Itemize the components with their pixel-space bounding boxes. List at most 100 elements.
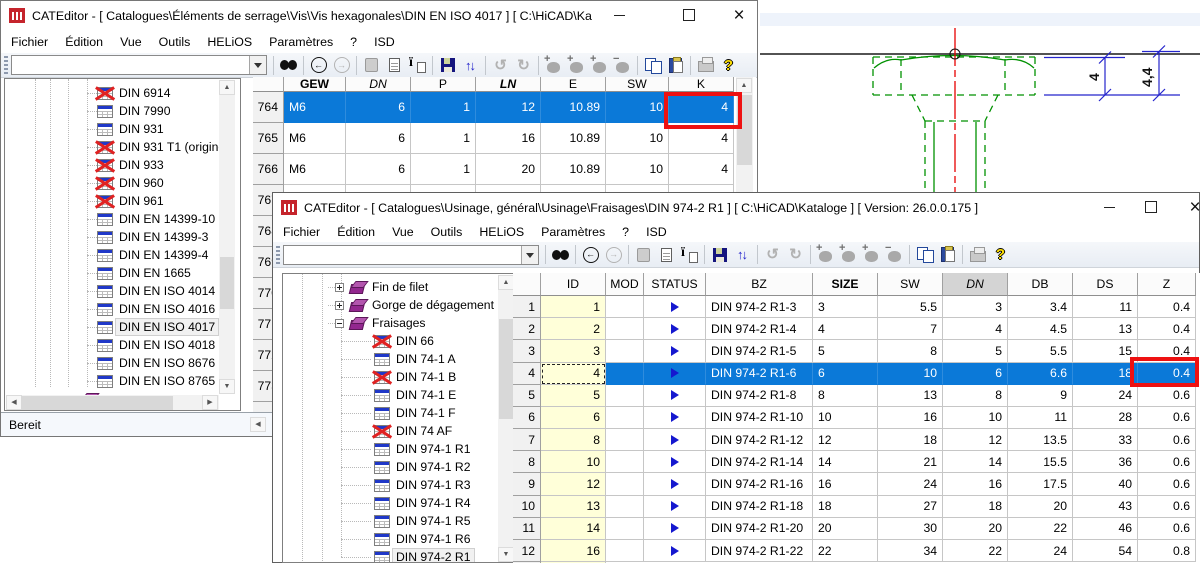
- data-cell-mod[interactable]: [606, 318, 644, 340]
- tree-hscroll-thumb[interactable]: [21, 396, 173, 410]
- data-cell-mod[interactable]: [606, 496, 644, 518]
- data-cell-ds[interactable]: 46: [1073, 518, 1138, 540]
- data-cell-status[interactable]: [644, 496, 706, 518]
- cad-preview-pane[interactable]: 4 4,4: [758, 0, 1200, 192]
- table-row[interactable]: 1216DIN 974-2 R1-2222342224540.8: [513, 540, 1200, 562]
- forward-button[interactable]: →: [330, 54, 353, 76]
- data-cell-id[interactable]: 12: [541, 473, 606, 495]
- paste-button[interactable]: [936, 244, 959, 266]
- data-cell-sw[interactable]: 21: [878, 451, 943, 473]
- data-cell-z[interactable]: 0.4: [1138, 340, 1196, 362]
- data-cell-sw[interactable]: 34: [878, 540, 943, 562]
- record-delete-button[interactable]: [611, 54, 634, 76]
- minimize-button[interactable]: [603, 2, 635, 28]
- tree-item-din-en-14399-3[interactable]: DIN EN 14399-3: [97, 228, 211, 246]
- data-cell-bz[interactable]: DIN 974-2 R1-8: [706, 385, 813, 407]
- table-row[interactable]: 765M6611610.89104: [253, 123, 756, 154]
- data-cell-db[interactable]: 22: [1008, 518, 1073, 540]
- table-row[interactable]: 78DIN 974-2 R1-1212181213.5330.6: [513, 429, 1200, 451]
- close-button[interactable]: [723, 2, 755, 28]
- data-cell-mod[interactable]: [606, 407, 644, 429]
- data-cell-db[interactable]: 24: [1008, 540, 1073, 562]
- data-cell-db[interactable]: 6.6: [1008, 363, 1073, 385]
- data-cell-ds[interactable]: 11: [1073, 296, 1138, 318]
- tree-item-din-6914[interactable]: DIN 6914: [97, 84, 174, 102]
- data-cell-id[interactable]: 5: [541, 385, 606, 407]
- menu-item-fichier[interactable]: Fichier: [283, 225, 320, 239]
- data-cell-dn[interactable]: 3: [943, 296, 1008, 318]
- tree-item-din-en-iso-4018[interactable]: DIN EN ISO 4018: [97, 336, 218, 354]
- data-cell-status[interactable]: [644, 385, 706, 407]
- table-row[interactable]: 11DIN 974-2 R1-335.533.4110.4: [513, 296, 1200, 318]
- menu-item-outils[interactable]: Outils: [159, 35, 191, 49]
- back-button[interactable]: ←: [307, 54, 330, 76]
- data-cell-size[interactable]: 22: [813, 540, 878, 562]
- table-row[interactable]: 55DIN 974-2 R1-881389240.6: [513, 385, 1200, 407]
- data-cell[interactable]: 16: [476, 123, 541, 154]
- data-cell-mod[interactable]: [606, 540, 644, 562]
- table-row[interactable]: 66DIN 974-2 R1-1010161011280.6: [513, 407, 1200, 429]
- search-input[interactable]: [284, 246, 521, 264]
- search-combobox[interactable]: [283, 245, 539, 265]
- data-cell-z[interactable]: 0.6: [1138, 385, 1196, 407]
- help-button[interactable]: ?: [717, 54, 740, 76]
- data-cell-dn[interactable]: 12: [943, 429, 1008, 451]
- tree-item-fin-de-filet[interactable]: Fin de filet: [335, 278, 431, 296]
- tree-item-din-974-1-r6[interactable]: DIN 974-1 R6: [374, 530, 474, 548]
- data-cell-mod[interactable]: [606, 518, 644, 540]
- data-cell-size[interactable]: 18: [813, 496, 878, 518]
- save-button[interactable]: [708, 244, 731, 266]
- data-cell-size[interactable]: 3: [813, 296, 878, 318]
- column-header-sw[interactable]: SW: [878, 273, 943, 296]
- collapse-minus-icon[interactable]: [335, 319, 344, 328]
- table-row[interactable]: 44DIN 974-2 R1-661066.6180.4: [513, 363, 1200, 385]
- column-header-p[interactable]: P: [411, 77, 476, 92]
- titlebar[interactable]: CATEditor - [ Catalogues\Usinage, généra…: [273, 193, 1199, 222]
- tree-item-din-974-2-r1[interactable]: DIN 974-2 R1: [374, 548, 474, 563]
- data-cell-bz[interactable]: DIN 974-2 R1-14: [706, 451, 813, 473]
- copy-button[interactable]: [641, 54, 664, 76]
- data-cell-status[interactable]: [644, 473, 706, 495]
- tree-item-din-en-14399-4[interactable]: DIN EN 14399-4: [97, 246, 211, 264]
- column-header-mod[interactable]: MOD: [606, 273, 644, 296]
- expand-plus-icon[interactable]: [335, 301, 344, 310]
- data-cell-size[interactable]: 4: [813, 318, 878, 340]
- tree-item-din-66[interactable]: DIN 66: [374, 332, 437, 350]
- table-vscroll-thumb[interactable]: [737, 95, 752, 165]
- data-cell-dn[interactable]: 8: [943, 385, 1008, 407]
- data-cell-z[interactable]: 0.6: [1138, 429, 1196, 451]
- column-header-ln[interactable]: LN: [476, 77, 541, 92]
- data-cell-id[interactable]: 14: [541, 518, 606, 540]
- tree-vscroll-thumb[interactable]: [220, 257, 234, 309]
- table-row[interactable]: 22DIN 974-2 R1-44744.5130.4: [513, 318, 1200, 340]
- data-cell-size[interactable]: 10: [813, 407, 878, 429]
- data-cell-id[interactable]: 6: [541, 407, 606, 429]
- table-scroll-up[interactable]: ▲: [736, 78, 752, 93]
- data-cell-size[interactable]: 14: [813, 451, 878, 473]
- data-cell[interactable]: 6: [346, 154, 411, 185]
- data-cell[interactable]: 6: [346, 92, 411, 123]
- data-cell-dn[interactable]: 22: [943, 540, 1008, 562]
- data-cell[interactable]: 1: [411, 154, 476, 185]
- data-cell-size[interactable]: 20: [813, 518, 878, 540]
- data-cell-sw[interactable]: 10: [878, 363, 943, 385]
- data-cell[interactable]: 12: [476, 92, 541, 123]
- redo-button[interactable]: ↻: [512, 54, 535, 76]
- data-cell-z[interactable]: 0.6: [1138, 407, 1196, 429]
- column-header-ds[interactable]: DS: [1073, 273, 1138, 296]
- data-cell[interactable]: 10.89: [541, 92, 606, 123]
- column-header-sw[interactable]: SW: [606, 77, 669, 92]
- menu-item-helios[interactable]: HELiOS: [207, 35, 252, 49]
- data-cell-ds[interactable]: 40: [1073, 473, 1138, 495]
- data-cell-db[interactable]: 3.4: [1008, 296, 1073, 318]
- tree-item-din-en-iso-8765[interactable]: DIN EN ISO 8765: [97, 372, 218, 390]
- data-cell-sw[interactable]: 30: [878, 518, 943, 540]
- data-cell-z[interactable]: 0.6: [1138, 473, 1196, 495]
- data-cell-mod[interactable]: [606, 296, 644, 318]
- record-add-last-button[interactable]: [860, 244, 883, 266]
- data-cell[interactable]: 10.89: [541, 123, 606, 154]
- table-row[interactable]: 33DIN 974-2 R1-55855.5150.4: [513, 340, 1200, 362]
- find-button[interactable]: [549, 244, 572, 266]
- tree-scroll-up[interactable]: ▲: [219, 80, 235, 95]
- tree-item-din-7990[interactable]: DIN 7990: [97, 102, 174, 120]
